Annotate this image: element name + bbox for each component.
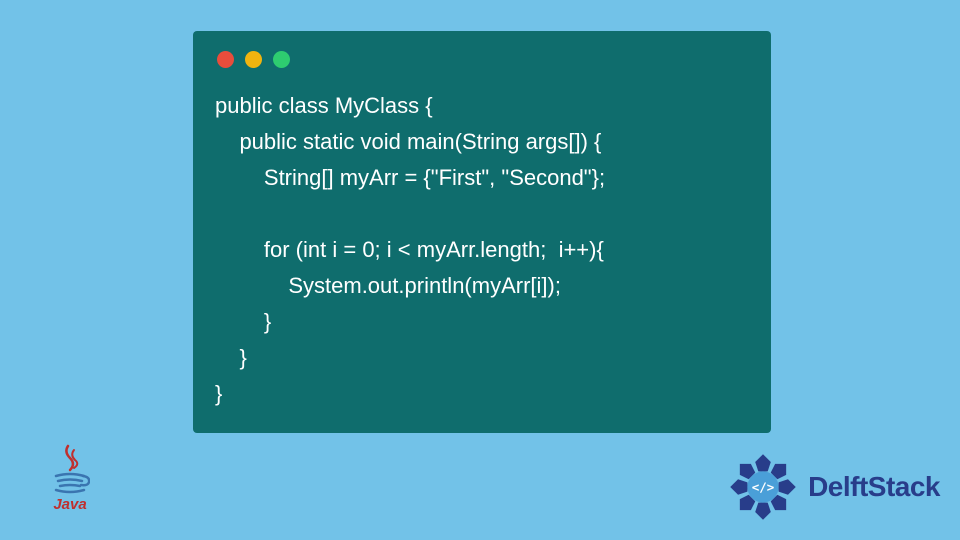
code-line: String[] myArr = {"First", "Second"}; [215,165,605,190]
image-canvas: public class MyClass { public static voi… [0,0,960,540]
code-line: public class MyClass { [215,93,433,118]
close-icon [217,51,234,68]
window-controls [215,51,749,68]
svg-text:</>: </> [752,480,775,495]
delftstack-label: DelftStack [808,471,940,503]
java-label: Java [53,496,86,513]
java-logo: Java [40,444,100,524]
code-window: public class MyClass { public static voi… [193,31,771,433]
minimize-icon [245,51,262,68]
delftstack-icon: </> [724,448,802,526]
java-cup-icon [50,444,90,494]
code-line: public static void main(String args[]) { [215,129,601,154]
delftstack-logo: </> DelftStack [724,448,940,526]
code-line: System.out.println(myArr[i]); [215,273,561,298]
code-line: } [215,309,271,334]
code-line: for (int i = 0; i < myArr.length; i++){ [215,237,604,262]
maximize-icon [273,51,290,68]
code-line: } [215,381,222,406]
code-line: } [215,345,247,370]
code-block: public class MyClass { public static voi… [215,88,749,412]
